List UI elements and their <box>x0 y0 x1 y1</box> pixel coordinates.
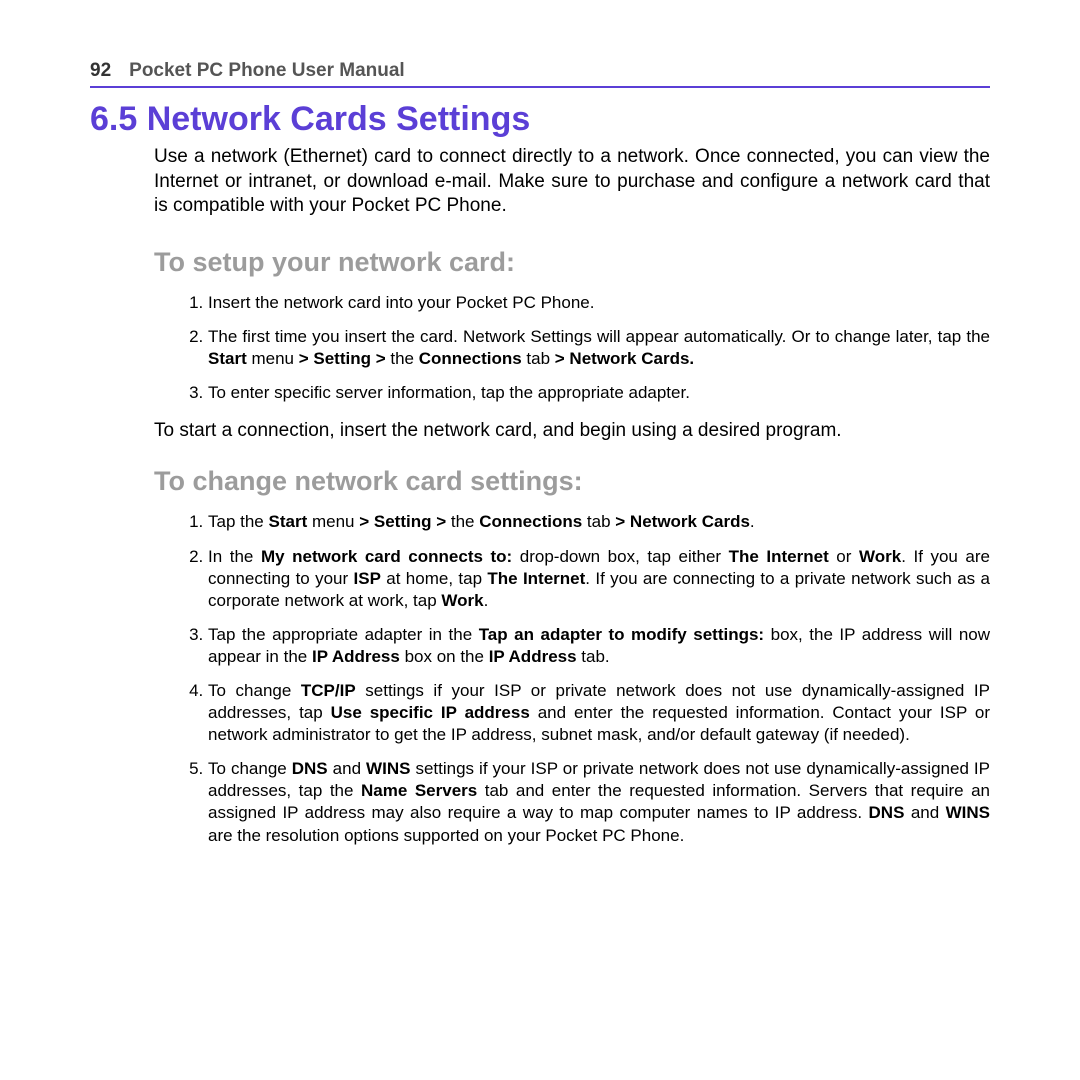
bold: Tap an adapter to modify settings: <box>479 625 764 644</box>
bold: Connections <box>419 349 522 368</box>
text: The first time you insert the card. Netw… <box>208 327 990 346</box>
text: To change <box>208 681 301 700</box>
change-steps: Tap the Start menu > Setting > the Conne… <box>154 511 990 846</box>
bold: IP Address <box>489 647 577 666</box>
text: . <box>750 512 755 531</box>
change-step-3: Tap the appropriate adapter in the Tap a… <box>208 624 990 668</box>
bold: WINS <box>366 759 410 778</box>
bold: The Internet <box>729 547 829 566</box>
change-step-4: To change TCP/IP settings if your ISP or… <box>208 680 990 746</box>
bold: DNS <box>292 759 328 778</box>
bold: Name Servers <box>361 781 477 800</box>
bold: Work <box>859 547 901 566</box>
section-intro: Use a network (Ethernet) card to connect… <box>154 145 990 219</box>
setup-step-3: To enter specific server information, ta… <box>208 382 990 404</box>
bold: Work <box>441 591 483 610</box>
setup-step-1: Insert the network card into your Pocket… <box>208 292 990 314</box>
setup-step-2: The first time you insert the card. Netw… <box>208 326 990 370</box>
bold: DNS <box>869 803 905 822</box>
bold: > Network Cards <box>615 512 750 531</box>
change-heading: To change network card settings: <box>154 466 990 497</box>
text: the <box>446 512 479 531</box>
text: the <box>386 349 419 368</box>
text: at home, tap <box>381 569 487 588</box>
text: and <box>328 759 366 778</box>
bold: TCP/IP <box>301 681 356 700</box>
bold: The Internet <box>487 569 585 588</box>
text: Tap the <box>208 512 269 531</box>
text: menu <box>307 512 359 531</box>
bold: My network card connects to: <box>261 547 512 566</box>
text: or <box>829 547 859 566</box>
bold: Start <box>269 512 308 531</box>
text: are the resolution options supported on … <box>208 826 684 845</box>
bold: Use specific IP address <box>331 703 530 722</box>
text: tab. <box>577 647 610 666</box>
setup-after: To start a connection, insert the networ… <box>154 420 990 442</box>
bold: Connections <box>479 512 582 531</box>
manual-title: Pocket PC Phone User Manual <box>129 60 405 82</box>
text: To change <box>208 759 292 778</box>
text: tab <box>522 349 555 368</box>
bold: > Setting > <box>299 349 386 368</box>
page-content: 92 Pocket PC Phone User Manual 6.5 Netwo… <box>0 0 1080 903</box>
text: and <box>904 803 945 822</box>
setup-steps: Insert the network card into your Pocket… <box>154 292 990 404</box>
text: menu <box>247 349 299 368</box>
change-step-1: Tap the Start menu > Setting > the Conne… <box>208 511 990 533</box>
text: drop-down box, tap either <box>512 547 728 566</box>
text: tab <box>582 512 615 531</box>
page-number: 92 <box>90 60 111 82</box>
text: box on the <box>400 647 489 666</box>
text: In the <box>208 547 261 566</box>
bold: Start <box>208 349 247 368</box>
bold: ISP <box>354 569 381 588</box>
bold: > Network Cards. <box>555 349 694 368</box>
section-heading: 6.5 Network Cards Settings <box>90 100 990 139</box>
change-step-2: In the My network card connects to: drop… <box>208 546 990 612</box>
bold: > Setting > <box>359 512 446 531</box>
text: Tap the appropriate adapter in the <box>208 625 479 644</box>
text: . <box>484 591 489 610</box>
bold: IP Address <box>312 647 400 666</box>
bold: WINS <box>946 803 990 822</box>
running-head: 92 Pocket PC Phone User Manual <box>90 60 990 88</box>
setup-heading: To setup your network card: <box>154 247 990 278</box>
change-step-5: To change DNS and WINS settings if your … <box>208 758 990 846</box>
